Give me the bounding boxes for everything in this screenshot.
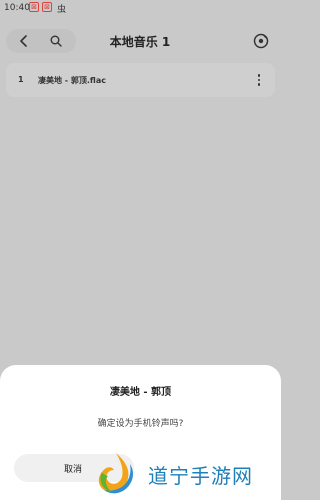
back-chevron-icon xyxy=(20,35,27,47)
more-options-icon[interactable] xyxy=(253,72,265,88)
song-title: 凄美地 - 郭顶.flac xyxy=(38,76,106,85)
music-disc-icon xyxy=(253,33,269,49)
page-title: 本地音乐 1 xyxy=(109,35,171,49)
now-playing-button[interactable] xyxy=(251,31,271,51)
dialog-title: 凄美地 - 郭顶 xyxy=(109,387,172,398)
notification-badge-icon: ⊠ xyxy=(42,2,52,12)
watermark-logo-icon xyxy=(98,453,133,494)
status-time: 10:40 xyxy=(4,3,30,13)
search-button[interactable] xyxy=(47,32,65,50)
dialog-message: 确定设为手机铃声吗? xyxy=(97,419,184,429)
back-button[interactable] xyxy=(15,32,33,50)
notification-badge-icon: ⊠ xyxy=(29,2,39,12)
search-icon xyxy=(50,35,62,47)
bug-icon: 虫 xyxy=(57,5,67,15)
watermark: 道宁手游网 xyxy=(94,448,281,500)
song-list-item[interactable]: 1 凄美地 - 郭顶.flac xyxy=(6,63,275,97)
cancel-label: 取消 xyxy=(64,465,83,475)
song-index: 1 xyxy=(18,75,24,84)
watermark-text: 道宁手游网 xyxy=(148,464,253,488)
top-bar: 本地音乐 1 xyxy=(0,24,281,58)
status-bar: 10:40 ⊠ ⊠ 虫 xyxy=(0,0,281,16)
